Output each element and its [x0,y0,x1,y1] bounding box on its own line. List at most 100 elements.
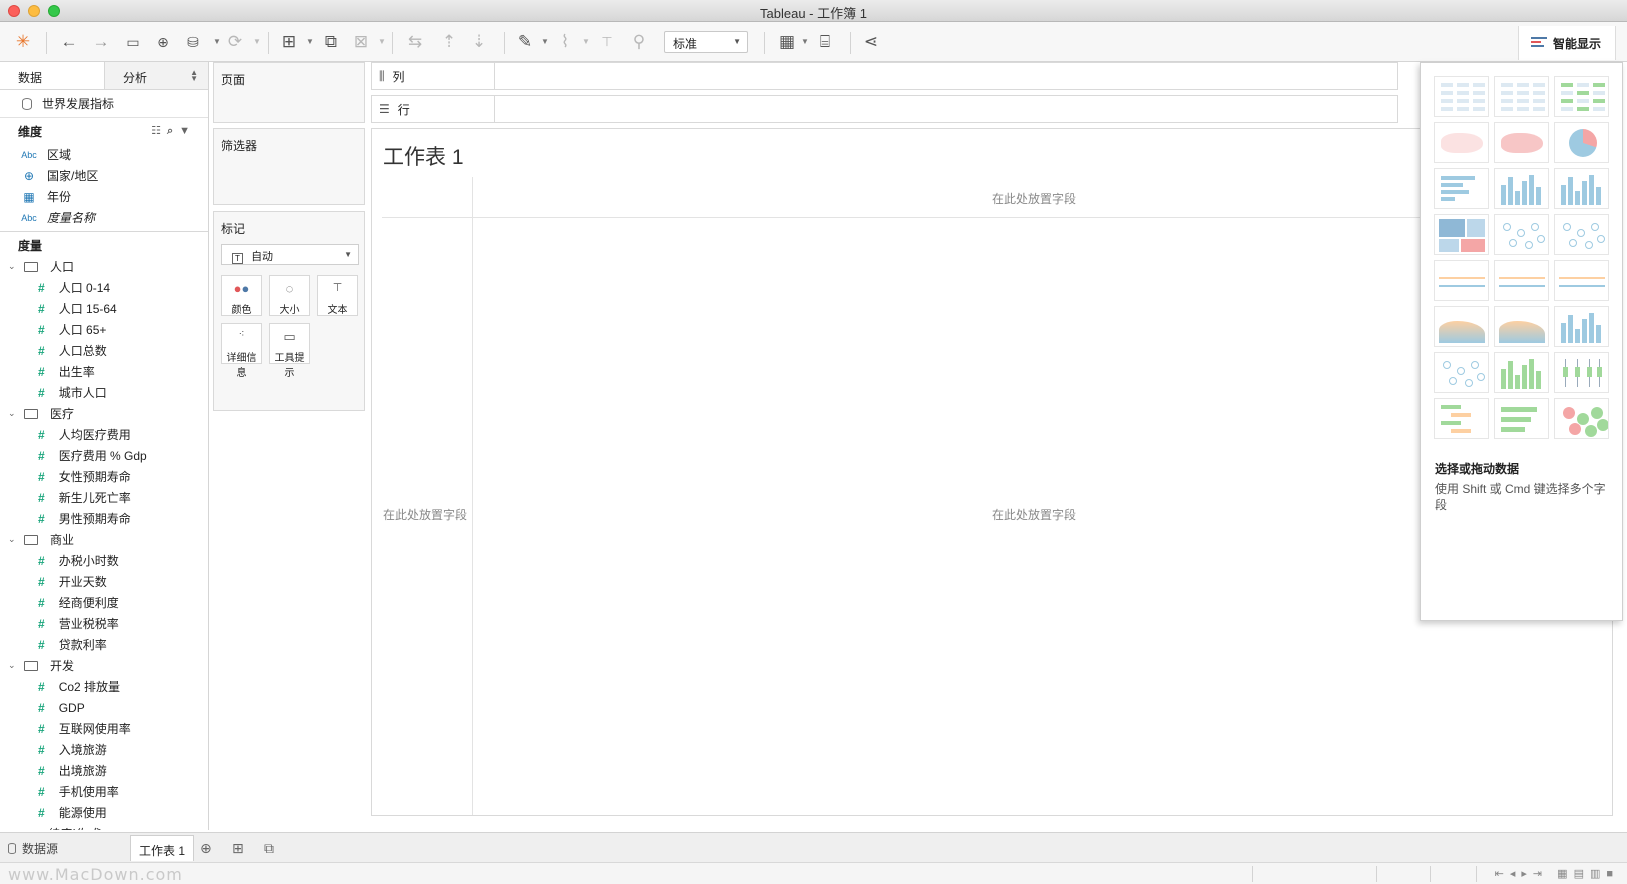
new-story-tab-icon[interactable]: ⧉ [264,840,274,857]
share-icon[interactable]: ⋖ [858,30,884,54]
chevron-down-icon[interactable]: ⌄ [8,534,18,545]
new-worksheet-caret-icon[interactable]: ▼ [306,37,314,46]
drop-zone-center[interactable]: 在此处放置字段 [992,506,1076,523]
worksheet-title[interactable]: 工作表 1 [383,141,464,171]
measure-field[interactable]: # 营业税税率 [0,613,208,634]
measure-field[interactable]: # 男性预期寿命 [0,508,208,529]
measure-field[interactable]: # 手机使用率 [0,781,208,802]
show-me-thumbnail-bullet[interactable] [1494,398,1549,439]
color-button[interactable]: ●● 颜色 [221,275,262,316]
measure-field[interactable]: # 人均医疗费用 [0,424,208,445]
measure-field[interactable]: # 经商便利度 [0,592,208,613]
tab-data[interactable]: 数据 [0,62,104,89]
view-list-icon[interactable]: ☷ [151,125,167,137]
clear-sheet-icon[interactable]: ⊠ [348,30,374,54]
refresh-icon[interactable]: ⟳ [222,30,248,54]
text-button[interactable]: ⊤ 文本 [317,275,358,316]
status-nav-icons[interactable]: ⇤◂▸⇥ ▦▤▥■ [1495,867,1619,880]
new-worksheet-icon[interactable]: ⊞ [276,30,302,54]
worksheet-tab[interactable]: 工作表 1 [130,835,195,861]
chevron-down-icon[interactable]: ⌄ [8,261,18,272]
show-me-thumbnail-scatter[interactable] [1434,352,1489,393]
dimension-field[interactable]: Abc 区域 [0,144,208,165]
undo-icon[interactable]: ← [56,30,82,54]
measure-folder[interactable]: ⌄ 医疗 [0,403,208,424]
chevron-down-icon[interactable]: ⌄ [8,408,18,419]
show-me-thumbnail-circles[interactable] [1494,214,1549,255]
measure-field[interactable]: # GDP [0,697,208,718]
dimension-field[interactable]: ⊕ 国家/地区 [0,165,208,186]
show-me-button[interactable]: 智能显示 [1518,26,1616,60]
show-me-thumbnail-gantt[interactable] [1434,398,1489,439]
show-me-thumbnail-bubbles[interactable] [1554,398,1609,439]
measure-field[interactable]: # 女性预期寿命 [0,466,208,487]
show-me-thumbnail-table-hl[interactable] [1554,76,1609,117]
new-worksheet-tab-icon[interactable]: ⊕ [200,840,212,857]
measure-folder[interactable]: ⌄ 人口 [0,256,208,277]
measure-field[interactable]: # 出生率 [0,361,208,382]
measure-field[interactable]: # 出境旅游 [0,760,208,781]
measure-field[interactable]: # 办税小时数 [0,550,208,571]
pages-card[interactable]: 页面 [213,62,365,123]
show-me-thumbnail-line[interactable] [1434,260,1489,301]
columns-shelf[interactable]: ⫼ 列 [371,62,1398,90]
show-mark-labels-icon[interactable]: ⊤ [594,30,620,54]
group-members-icon[interactable]: ⌇ [552,30,578,54]
show-me-thumbnail-treemap[interactable] [1434,214,1489,255]
search-icon[interactable]: ⌕ [167,125,179,137]
mark-type-select[interactable]: T 自动 ▼ [221,244,359,265]
sort-ascending-icon[interactable]: ⇡ [436,30,462,54]
fit-select[interactable]: 标准 ▼ [664,31,748,53]
measure-field[interactable]: # 新生儿死亡率 [0,487,208,508]
show-me-thumbnail-table[interactable] [1434,76,1489,117]
drop-zone-columns[interactable]: 在此处放置字段 [992,190,1076,207]
pause-updates-icon[interactable]: ⛁ [180,30,206,54]
fix-axes-icon[interactable]: ⚲ [626,30,652,54]
show-me-thumbnail-pie[interactable] [1554,122,1609,163]
show-hide-cards-icon[interactable]: ▦ [774,30,800,54]
dimension-field[interactable]: ▦ 年份 [0,186,208,207]
show-me-thumbnail-area2[interactable] [1494,306,1549,347]
sort-descending-icon[interactable]: ⇣ [466,30,492,54]
show-me-thumbnail-histogram[interactable] [1494,352,1549,393]
show-me-thumbnail-map[interactable] [1434,122,1489,163]
measure-field[interactable]: # 开业天数 [0,571,208,592]
show-me-thumbnail-map[interactable] [1494,122,1549,163]
filters-card[interactable]: 筛选器 [213,128,365,205]
pause-updates-caret-icon[interactable]: ▼ [213,37,221,46]
show-me-thumbnail-boxplot[interactable] [1554,352,1609,393]
detail-button[interactable]: ⁖ 详细信息 [221,323,262,379]
measure-field[interactable]: # 人口 15-64 [0,298,208,319]
tooltip-button[interactable]: ▭ 工具提示 [269,323,310,379]
measure-field[interactable]: ⊕ 纬度(生成) [0,823,208,831]
measure-field[interactable]: # 人口总数 [0,340,208,361]
swap-rows-columns-icon[interactable]: ⇆ [402,30,428,54]
tableau-logo-icon[interactable]: ✳ [10,30,36,54]
duplicate-sheet-icon[interactable]: ⧉ [318,30,344,54]
presentation-mode-icon[interactable]: ⌸ [812,30,838,54]
tab-analytics[interactable]: 分析 ▲ ▼ [104,62,208,89]
save-icon[interactable]: ▭ [120,30,146,54]
group-caret-icon[interactable]: ▼ [582,37,590,46]
datasource-tab[interactable]: 数据源 [8,840,58,857]
measure-field[interactable]: # 人口 0-14 [0,277,208,298]
datasource-item[interactable]: 世界发展指标 [0,90,208,118]
measure-folder[interactable]: ⌄ 开发 [0,655,208,676]
show-me-thumbnail-line2[interactable] [1494,260,1549,301]
measure-field[interactable]: # 医疗费用 % Gdp [0,445,208,466]
show-me-thumbnail-sidebar[interactable] [1554,168,1609,209]
measure-field[interactable]: # 互联网使用率 [0,718,208,739]
size-button[interactable]: ◌ 大小 [269,275,310,316]
show-me-thumbnail-dualbar[interactable] [1554,306,1609,347]
show-me-thumbnail-circles[interactable] [1554,214,1609,255]
measure-field[interactable]: # 能源使用 [0,802,208,823]
new-datasource-icon[interactable]: ⊕ [150,30,176,54]
measure-field[interactable]: # Co2 排放量 [0,676,208,697]
show-me-thumbnail-stackbar[interactable] [1494,168,1549,209]
menu-caret-icon[interactable]: ▼ [179,125,196,137]
show-hide-cards-caret-icon[interactable]: ▼ [801,37,809,46]
redo-icon[interactable]: → [88,30,114,54]
highlight-caret-icon[interactable]: ▼ [541,37,549,46]
measure-field[interactable]: # 人口 65+ [0,319,208,340]
show-me-thumbnail-hbar[interactable] [1434,168,1489,209]
